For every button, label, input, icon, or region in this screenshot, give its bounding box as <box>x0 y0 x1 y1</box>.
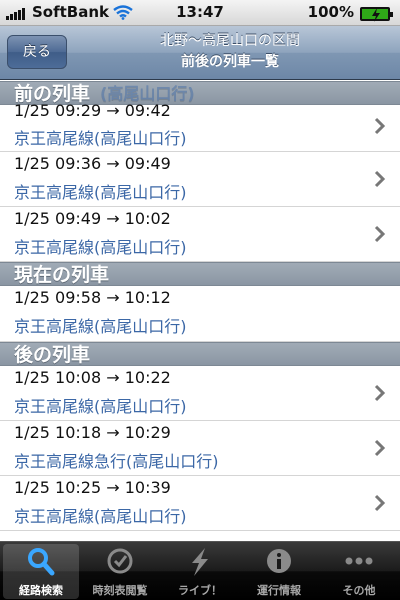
back-button[interactable]: 戻る <box>7 35 67 69</box>
section-header-current: 現在の列車 <box>0 262 400 286</box>
navigation-bar: 戻る 北野～高尾山口の区間 前後の列車一覧 <box>0 26 400 80</box>
train-line: 京王高尾線(高尾山口行) <box>14 507 187 526</box>
chevron-right-icon <box>374 384 386 402</box>
train-time: 1/25 10:25 → 10:39 <box>14 478 171 497</box>
train-line: 京王高尾線急行(高尾山口行) <box>14 452 219 471</box>
section-header-next: 後の列車 <box>0 342 400 366</box>
chevron-right-icon <box>374 117 386 135</box>
battery-icon <box>360 7 393 22</box>
more-icon <box>345 557 373 565</box>
tab-service-info[interactable]: 運行情報 <box>241 544 317 599</box>
page-title: 北野～高尾山口の区間 前後の列車一覧 <box>70 31 390 73</box>
train-list[interactable]: 前の列車 (高尾山口行) 1/25 09:29 → 09:42 京王高尾線(高尾… <box>0 81 400 541</box>
tab-label: ライブ！ <box>178 584 222 597</box>
train-time: 1/25 09:36 → 09:49 <box>14 154 171 173</box>
train-line: 京王高尾線(高尾山口行) <box>14 317 187 336</box>
train-row[interactable]: 1/25 10:18 → 10:29 京王高尾線急行(高尾山口行) <box>0 421 400 476</box>
tab-timetable[interactable]: 時刻表閲覧 <box>82 544 158 599</box>
tab-bar: 経路検索 時刻表閲覧 ライブ！ 運行情報 その他 <box>0 541 400 600</box>
tab-label: その他 <box>342 584 376 597</box>
info-icon <box>267 549 291 573</box>
charging-bolt-icon <box>372 8 380 22</box>
section-title: 現在の列車 <box>14 264 110 286</box>
chevron-right-icon <box>374 170 386 188</box>
train-line: 京王高尾線(高尾山口行) <box>14 238 187 257</box>
train-line: 京王高尾線(高尾山口行) <box>14 129 187 148</box>
tab-more[interactable]: その他 <box>321 544 397 599</box>
page-title-main: 前後の列車一覧 <box>181 54 279 70</box>
search-icon <box>28 548 55 576</box>
train-row[interactable]: 1/25 10:08 → 10:22 京王高尾線(高尾山口行) <box>0 366 400 421</box>
tab-route-search[interactable]: 経路検索 <box>3 544 79 599</box>
chevron-right-icon <box>374 494 386 512</box>
tab-label: 時刻表閲覧 <box>92 584 148 597</box>
train-row[interactable]: 1/25 10:25 → 10:39 京王高尾線(高尾山口行) <box>0 476 400 531</box>
train-line: 京王高尾線(高尾山口行) <box>14 183 187 202</box>
train-row-current[interactable]: 1/25 09:58 → 10:12 京王高尾線(高尾山口行) <box>0 286 400 342</box>
train-row[interactable]: 1/25 09:49 → 10:02 京王高尾線(高尾山口行) <box>0 207 400 262</box>
battery-percentage: 100% <box>307 3 354 21</box>
train-time: 1/25 09:58 → 10:12 <box>14 288 171 307</box>
train-time: 1/25 09:49 → 10:02 <box>14 209 171 228</box>
page-title-route: 北野～高尾山口の区間 <box>160 33 300 49</box>
train-time: 1/25 10:08 → 10:22 <box>14 368 171 387</box>
train-time: 1/25 10:18 → 10:29 <box>14 423 171 442</box>
train-line: 京王高尾線(高尾山口行) <box>14 397 187 416</box>
tab-label: 運行情報 <box>257 584 301 597</box>
section-title: 後の列車 <box>14 344 91 366</box>
train-row[interactable]: 1/25 09:29 → 09:42 京王高尾線(高尾山口行) <box>0 101 400 152</box>
train-time: 1/25 09:29 → 09:42 <box>14 101 171 120</box>
lightning-icon <box>192 548 208 576</box>
tab-label: 経路検索 <box>19 584 63 597</box>
train-row[interactable]: 1/25 09:36 → 09:49 京王高尾線(高尾山口行) <box>0 152 400 207</box>
chevron-right-icon <box>374 225 386 243</box>
clock-icon <box>107 548 133 574</box>
status-bar: SoftBank 13:47 100% <box>0 0 400 26</box>
chevron-right-icon <box>374 439 386 457</box>
tab-live[interactable]: ライブ！ <box>162 544 238 599</box>
